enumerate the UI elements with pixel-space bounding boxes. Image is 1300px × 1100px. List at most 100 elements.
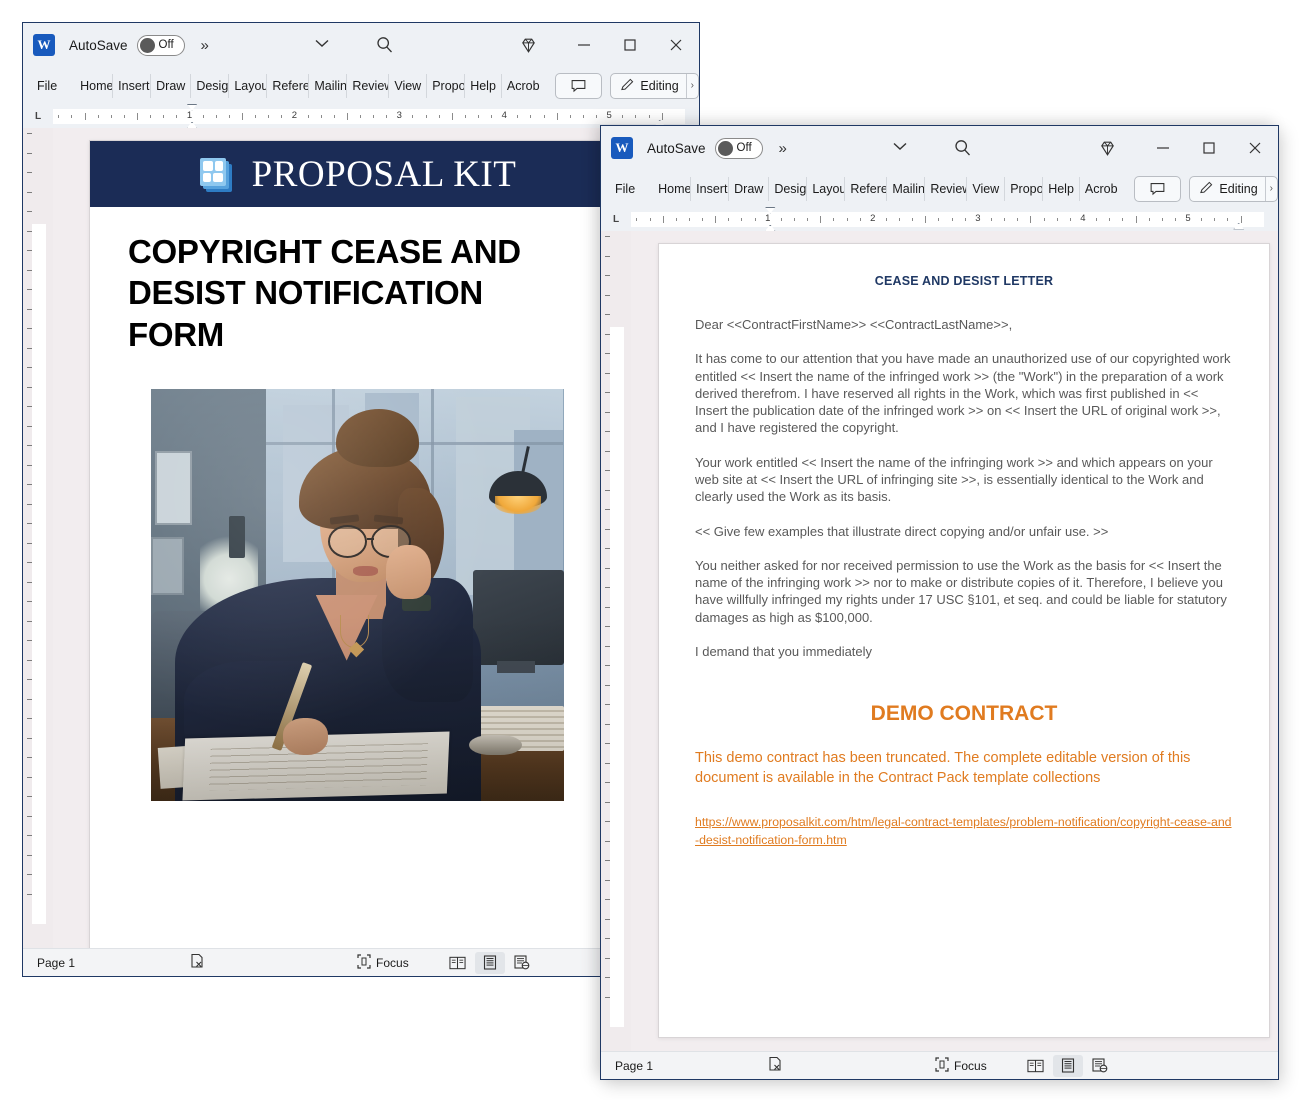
tab-acrobat[interactable]: Acrobat (502, 74, 540, 98)
tab-file[interactable]: File (609, 177, 645, 201)
page-1[interactable]: CEASE AND DESIST LETTER Dear <<ContractF… (658, 243, 1270, 1038)
ruler-number: 3 (396, 109, 402, 121)
tab-view[interactable]: View (967, 176, 1006, 201)
comment-icon[interactable] (1134, 175, 1182, 202)
page-1[interactable]: PROPOSAL KIT COPYRIGHT CEASE AND DESIST … (89, 140, 625, 948)
editing-mode-button[interactable]: Editing › (610, 72, 699, 99)
minimize-button[interactable] (561, 23, 607, 67)
vruler-tick (605, 899, 610, 901)
tab-insert[interactable]: Insert (113, 73, 152, 98)
editing-mode-button[interactable]: Editing › (1189, 175, 1278, 202)
customize-quick-access-chevron-down-icon[interactable] (893, 142, 907, 154)
focus-mode-button[interactable]: Focus (357, 953, 409, 972)
letter-salutation: Dear <<ContractFirstName>> <<ContractLas… (695, 317, 1013, 332)
ruler-track-2[interactable]: 1 2 3 4 5 (631, 206, 1264, 239)
tab-review[interactable]: Review (925, 176, 968, 201)
focus-mode-button[interactable]: Focus (935, 1056, 987, 1075)
editing-chevron-right-icon[interactable]: › (685, 73, 694, 98)
template-link[interactable]: https://www.proposalkit.com/htm/legal-co… (695, 814, 1233, 850)
titlebar-controls-2 (1084, 126, 1278, 170)
word-window-1[interactable]: W AutoSave Off » File Home Insert Draw D… (22, 22, 700, 977)
customize-quick-access-chevron-down-icon[interactable] (315, 39, 329, 51)
ruler-tick (635, 114, 637, 118)
editing-chevron-right-icon[interactable]: › (1264, 176, 1273, 201)
vertical-ruler-2[interactable] (601, 231, 631, 1051)
focus-label: Focus (954, 1058, 987, 1073)
tab-mailings[interactable]: Mailings (887, 176, 926, 201)
web-layout-icon[interactable] (507, 952, 537, 974)
vruler-tick (605, 314, 610, 316)
tab-view[interactable]: View (389, 73, 428, 98)
document-body-2: CEASE AND DESIST LETTER Dear <<ContractF… (601, 231, 1278, 1051)
quick-access-more-icon[interactable]: » (779, 140, 787, 157)
autosave-toggle[interactable]: Off (136, 34, 185, 56)
read-mode-icon[interactable] (1021, 1055, 1051, 1077)
vruler-tick (27, 815, 32, 817)
tab-stop-selector[interactable]: L (23, 111, 53, 122)
search-icon[interactable] (953, 138, 973, 158)
ruler-tick (833, 217, 835, 221)
vertical-ruler-1[interactable] (23, 128, 53, 948)
tab-review[interactable]: Review (347, 73, 390, 98)
close-button[interactable] (1232, 126, 1278, 170)
autosave-toggle[interactable]: Off (714, 137, 763, 159)
copilot-diamond-icon[interactable] (1084, 126, 1130, 170)
tab-design[interactable]: Design (769, 176, 808, 201)
pencil-icon (620, 77, 635, 95)
document-canvas-2[interactable]: CEASE AND DESIST LETTER Dear <<ContractF… (631, 231, 1278, 1051)
page-indicator[interactable]: Page 1 (615, 1059, 653, 1073)
print-layout-icon[interactable] (1052, 1054, 1083, 1077)
tab-layout[interactable]: Layout (229, 73, 268, 98)
horizontal-ruler-2[interactable]: L 1 2 3 4 5 (601, 206, 1278, 239)
vruler-tick (27, 269, 32, 271)
ruler-number: 3 (975, 212, 981, 224)
tab-design[interactable]: Design (191, 73, 230, 98)
ruler-tick (412, 114, 414, 118)
ruler-track-1[interactable]: 1 2 3 4 5 (53, 103, 685, 136)
tab-references[interactable]: References (845, 176, 888, 201)
ruler-tick (1148, 217, 1150, 221)
ruler-number: 1 (186, 109, 193, 121)
autosave-label: AutoSave (647, 140, 706, 156)
maximize-button[interactable] (607, 23, 653, 67)
tab-help[interactable]: Help (465, 73, 502, 98)
pencil-icon (1199, 180, 1214, 198)
read-mode-icon[interactable] (443, 952, 473, 974)
web-layout-icon[interactable] (1085, 1055, 1115, 1077)
maximize-button[interactable] (1186, 126, 1232, 170)
tab-layout[interactable]: Layout (807, 176, 846, 201)
tab-file[interactable]: File (31, 74, 67, 98)
tab-draw[interactable]: Draw (729, 176, 770, 201)
tab-proposal-kit[interactable]: Proposal Kit (427, 73, 466, 98)
comment-icon[interactable] (555, 72, 603, 99)
ruler-tick (1227, 217, 1229, 221)
tab-acrobat[interactable]: Acrobat (1080, 177, 1118, 201)
tab-proposal-kit[interactable]: Proposal Kit (1005, 176, 1044, 201)
horizontal-ruler-1[interactable]: L 1 2 3 4 5 (23, 103, 699, 136)
vruler-tick (605, 665, 610, 667)
vruler-tick (27, 679, 32, 681)
copilot-diamond-icon[interactable] (505, 23, 551, 67)
vruler-tick (27, 191, 32, 193)
proofing-errors-icon[interactable] (767, 1056, 783, 1075)
tab-home[interactable]: Home (75, 73, 114, 98)
proofing-errors-icon[interactable] (189, 953, 205, 972)
quick-access-more-icon[interactable]: » (201, 37, 209, 54)
tab-help[interactable]: Help (1043, 176, 1080, 201)
minimize-button[interactable] (1140, 126, 1186, 170)
tab-home[interactable]: Home (653, 176, 692, 201)
tab-insert[interactable]: Insert (691, 176, 730, 201)
search-icon[interactable] (375, 35, 395, 55)
tab-references[interactable]: References (267, 73, 310, 98)
page-indicator[interactable]: Page 1 (37, 956, 75, 970)
print-layout-icon[interactable] (474, 951, 505, 974)
word-window-2[interactable]: W AutoSave Off » File Home Insert Draw D… (600, 125, 1279, 1080)
desktop-canvas: W AutoSave Off » File Home Insert Draw D… (0, 0, 1300, 1100)
tab-draw[interactable]: Draw (151, 73, 192, 98)
ruler-tick (268, 114, 270, 118)
tab-mailings[interactable]: Mailings (309, 73, 348, 98)
close-button[interactable] (653, 23, 699, 67)
tab-stop-selector[interactable]: L (601, 214, 631, 225)
ruler-tick (1109, 217, 1111, 221)
ruler-tick (991, 217, 993, 221)
